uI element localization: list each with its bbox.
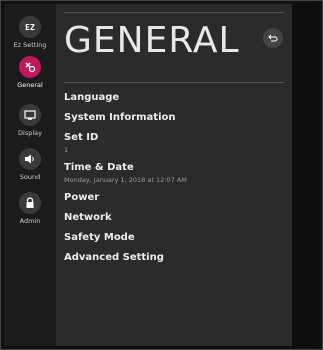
back-button[interactable] xyxy=(263,28,283,48)
menu-item-label: Advanced Setting xyxy=(64,252,164,263)
menu-item-time-date[interactable]: Time & Date Monday, January 1, 2018 at 1… xyxy=(64,162,284,192)
menu-item-safety-mode[interactable]: Safety Mode xyxy=(64,232,284,252)
background-strip xyxy=(292,4,319,346)
sidebar-item-label: Sound xyxy=(19,173,41,181)
menu-item-network[interactable]: Network xyxy=(64,212,284,232)
menu-item-label: Power xyxy=(64,192,100,203)
menu-item-system-information[interactable]: System Information xyxy=(64,112,284,132)
divider xyxy=(64,82,284,83)
sidebar-item-label: Display xyxy=(18,129,42,137)
settings-panel: GENERAL Language System Information Set … xyxy=(56,4,292,346)
sidebar: EZ Ez Setting General Display Sound Admi… xyxy=(4,4,56,346)
menu-item-label: Network xyxy=(64,212,112,223)
menu-item-language[interactable]: Language xyxy=(64,92,284,112)
sidebar-item-display[interactable]: Display xyxy=(4,104,56,137)
menu-item-label: Language xyxy=(64,92,120,103)
speaker-icon xyxy=(19,148,41,170)
menu-item-value: Monday, January 1, 2018 at 12:07 AM xyxy=(64,176,187,184)
sidebar-item-general[interactable]: General xyxy=(4,56,56,89)
sidebar-item-ez-setting[interactable]: EZ Ez Setting xyxy=(4,16,56,49)
lock-icon xyxy=(19,192,41,214)
settings-menu: Language System Information Set ID 1 Tim… xyxy=(64,92,284,272)
menu-item-value: 1 xyxy=(64,146,69,154)
menu-item-label: Safety Mode xyxy=(64,232,135,243)
menu-item-label: System Information xyxy=(64,112,176,123)
menu-item-advanced-setting[interactable]: Advanced Setting xyxy=(64,252,284,272)
display-icon xyxy=(19,104,41,126)
menu-item-label: Time & Date xyxy=(64,162,134,173)
sidebar-item-label: General xyxy=(17,81,43,89)
menu-item-label: Set ID xyxy=(64,132,99,143)
ez-icon: EZ xyxy=(19,16,41,38)
sidebar-item-label: Admin xyxy=(19,217,41,225)
sidebar-item-sound[interactable]: Sound xyxy=(4,148,56,181)
sidebar-item-label: Ez Setting xyxy=(13,41,47,49)
sidebar-item-admin[interactable]: Admin xyxy=(4,192,56,225)
page-title: GENERAL xyxy=(64,20,240,61)
menu-item-power[interactable]: Power xyxy=(64,192,284,212)
general-settings-icon xyxy=(19,56,41,78)
divider xyxy=(64,12,284,13)
menu-item-set-id[interactable]: Set ID 1 xyxy=(64,132,284,162)
back-icon xyxy=(268,34,278,41)
